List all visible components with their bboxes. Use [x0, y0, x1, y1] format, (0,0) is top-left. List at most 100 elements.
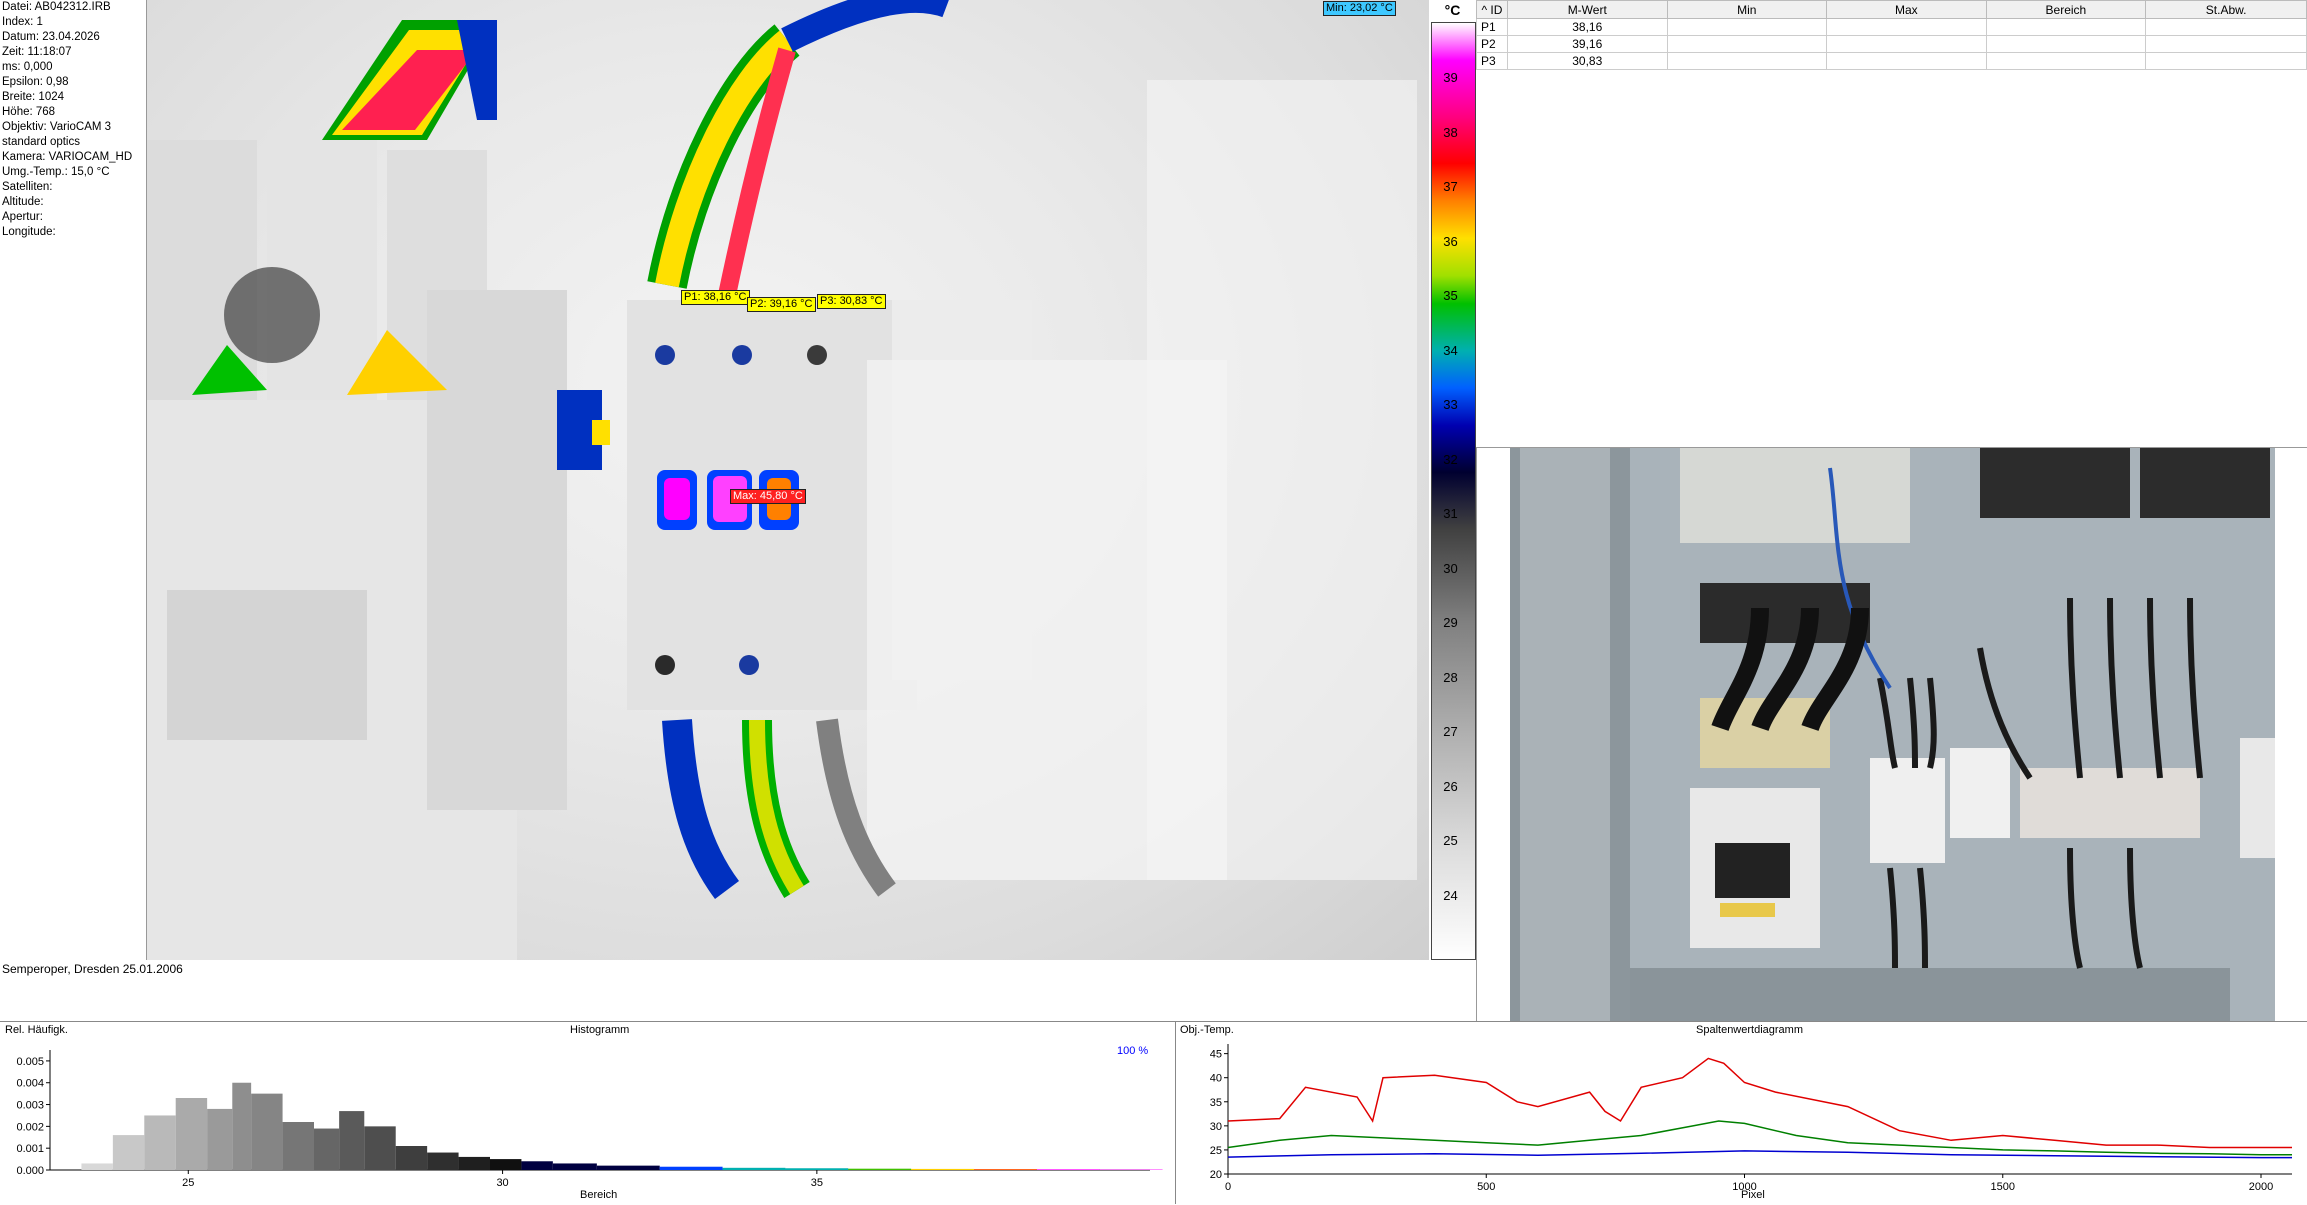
table-header-cell[interactable]: Max [1827, 1, 1987, 19]
scale-tick-label: 28 [1429, 670, 1472, 685]
metadata-line: ms: 0,000 [0, 60, 146, 75]
thermal-scene [147, 0, 1429, 960]
metadata-line: Objektiv: VarioCAM 3 [0, 120, 146, 135]
scale-tick-label: 24 [1429, 888, 1472, 903]
column-chart-series-line [1228, 1151, 2292, 1158]
histogram-bar [459, 1157, 490, 1170]
table-cell [1827, 53, 1987, 70]
min-temp-label: Min: 23,02 °C [1323, 1, 1396, 16]
column-chart-ytick-label: 40 [1210, 1073, 1222, 1085]
histogram-xtick-label: 30 [496, 1177, 508, 1189]
table-header-cell[interactable]: ^ ID [1477, 1, 1508, 19]
color-scale: °C 39383736353433323130292827262524 [1429, 0, 1476, 960]
metadata-line: Zeit: 11:18:07 [0, 45, 146, 60]
histogram-bar [176, 1098, 207, 1170]
scale-tick-label: 35 [1429, 288, 1472, 303]
column-chart-ytick-label: 20 [1210, 1169, 1222, 1181]
table-cell [2146, 19, 2307, 36]
table-header-cell[interactable]: Bereich [1986, 1, 2146, 19]
histogram-bar [911, 1169, 974, 1170]
photo-scene [1510, 448, 2275, 1021]
histogram-bar [427, 1153, 458, 1170]
table-header-cell[interactable]: M-Wert [1507, 1, 1667, 19]
histogram-bar [314, 1129, 339, 1170]
scale-tick-label: 25 [1429, 833, 1472, 848]
table-cell [1827, 36, 1987, 53]
table-header-cell[interactable]: Min [1667, 1, 1826, 19]
metadata-line: Kamera: VARIOCAM_HD [0, 150, 146, 165]
histogram-bar [113, 1135, 144, 1170]
scale-tick-label: 27 [1429, 724, 1472, 739]
histogram-bar [723, 1168, 786, 1170]
histogram-ytick-label: 0.000 [16, 1165, 44, 1177]
histogram-bar [207, 1109, 232, 1170]
table-row[interactable]: P330,83 [1477, 53, 2307, 70]
table-cell: P3 [1477, 53, 1508, 70]
histogram-ytick-label: 0.005 [16, 1056, 44, 1068]
scale-tick-label: 39 [1429, 70, 1472, 85]
table-row[interactable]: P239,16 [1477, 36, 2307, 53]
histogram-ytick-label: 0.004 [16, 1078, 44, 1090]
histogram-bar [597, 1166, 660, 1170]
table-cell [2146, 36, 2307, 53]
histogram-ytick-label: 0.003 [16, 1100, 44, 1112]
metadata-line: Umg.-Temp.: 15,0 °C [0, 165, 146, 180]
table-cell: 39,16 [1507, 36, 1667, 53]
column-chart-series-line [1228, 1121, 2292, 1155]
metadata-line: Altitude: [0, 195, 146, 210]
column-chart-ytick-label: 45 [1210, 1049, 1222, 1061]
measurement-table: ^ IDM-WertMinMaxBereichSt.Abw. P138,16P2… [1476, 0, 2307, 70]
scale-tick-label: 31 [1429, 506, 1472, 521]
table-cell: 38,16 [1507, 19, 1667, 36]
column-chart-ytick-label: 30 [1210, 1121, 1222, 1133]
column-value-chart: Obj.-Temp. Spaltenwertdiagramm Pixel 202… [1176, 1021, 2307, 1204]
histogram-ytick-label: 0.001 [16, 1143, 44, 1155]
point-p2-label: P2: 39,16 °C [747, 297, 816, 312]
histogram-bar [396, 1146, 427, 1170]
thermal-image[interactable]: Min: 23,02 °C Max: 45,80 °C P1: 38,16 °C… [147, 0, 1429, 960]
metadata-panel: Datei: AB042312.IRBIndex: 1Datum: 23.04.… [0, 0, 147, 960]
column-chart-series-line [1228, 1058, 2292, 1147]
histogram-bar [553, 1163, 597, 1170]
metadata-line: Longitude: [0, 225, 146, 240]
metadata-line: Höhe: 768 [0, 105, 146, 120]
scale-tick-label: 32 [1429, 452, 1472, 467]
metadata-line: standard optics [0, 135, 146, 150]
scale-tick-label: 33 [1429, 397, 1472, 412]
table-cell [1827, 19, 1987, 36]
histogram-chart: Rel. Häufigk. Histogramm 100 % Bereich 0… [0, 1021, 1176, 1204]
table-cell: P1 [1477, 19, 1508, 36]
table-cell: P2 [1477, 36, 1508, 53]
histogram-bar [81, 1163, 112, 1170]
scale-tick-label: 36 [1429, 234, 1472, 249]
metadata-line: Breite: 1024 [0, 90, 146, 105]
histogram-bar [974, 1169, 1037, 1170]
table-header-cell[interactable]: St.Abw. [2146, 1, 2307, 19]
scale-gradient [1431, 22, 1476, 960]
table-cell [1667, 19, 1826, 36]
column-chart-xtick-label: 500 [1477, 1181, 1495, 1193]
table-cell: 30,83 [1507, 53, 1667, 70]
max-temp-label: Max: 45,80 °C [730, 489, 806, 504]
metadata-line: Datei: AB042312.IRB [0, 0, 146, 15]
measurement-table-panel: ^ IDM-WertMinMaxBereichSt.Abw. P138,16P2… [1476, 0, 2307, 448]
scale-tick-label: 38 [1429, 125, 1472, 140]
table-row[interactable]: P138,16 [1477, 19, 2307, 36]
column-chart-plot: 2025303540450500100015002000 [1176, 1022, 2307, 1205]
histogram-xtick-label: 35 [811, 1177, 823, 1189]
table-cell [1986, 53, 2146, 70]
column-chart-ytick-label: 35 [1210, 1097, 1222, 1109]
point-p3-label: P3: 30,83 °C [817, 294, 886, 309]
metadata-line: Index: 1 [0, 15, 146, 30]
table-cell [1986, 36, 2146, 53]
column-chart-ytick-label: 25 [1210, 1145, 1222, 1157]
histogram-bar [283, 1122, 314, 1170]
histogram-bar [490, 1159, 521, 1170]
histogram-bar [364, 1126, 395, 1170]
histogram-bar [848, 1169, 911, 1170]
table-cell [2146, 53, 2307, 70]
metadata-line: Datum: 23.04.2026 [0, 30, 146, 45]
histogram-bar [521, 1161, 552, 1170]
metadata-line: Epsilon: 0,98 [0, 75, 146, 90]
scale-tick-label: 29 [1429, 615, 1472, 630]
